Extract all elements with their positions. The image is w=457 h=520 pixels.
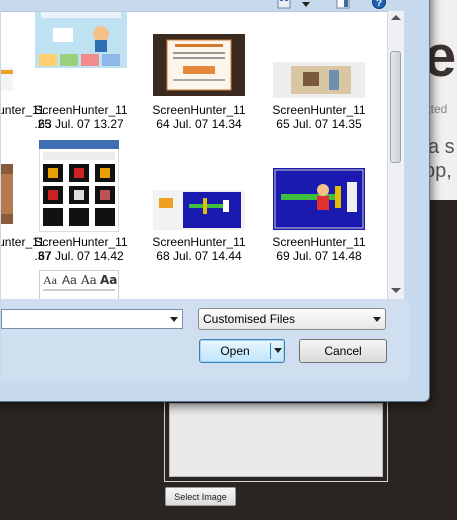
file-thumbnail[interactable]	[153, 190, 245, 230]
chevron-down-icon[interactable]	[170, 317, 178, 322]
view-menu-icon[interactable]	[277, 0, 291, 9]
file-name-label: ScreenHunter_11 63 Jul. 07 13.27	[34, 103, 128, 131]
preview-pane-icon[interactable]	[336, 0, 350, 9]
file-thumbnail[interactable]	[273, 62, 365, 98]
file-name-label: ScreenHunter_11 67 Jul. 07 14.42	[34, 235, 128, 263]
file-name-label: ScreenHunter_11 69 Jul. 07 14.48	[272, 235, 366, 263]
file-thumbnail[interactable]	[39, 140, 119, 232]
open-options-arrow-icon[interactable]	[274, 348, 282, 353]
scrollbar-thumb[interactable]	[390, 51, 401, 163]
file-open-dialog: ? ScreenHunter_11	[0, 0, 430, 402]
dialog-bottom-controls: Customised Files Open Cancel	[1, 299, 409, 381]
file-type-filter-select[interactable]: Customised Files	[198, 308, 386, 330]
file-list-scrollbar[interactable]	[387, 11, 404, 299]
file-thumbnail[interactable]	[1, 164, 13, 224]
file-list-area[interactable]: ScreenHunter_11.25 ScreenHunter_1163 Jul…	[1, 11, 387, 300]
scroll-down-arrow-icon[interactable]	[391, 288, 401, 293]
file-name-label: ScreenHunter_11 64 Jul. 07 14.34	[152, 103, 246, 131]
font-sample-text: Aa	[81, 273, 97, 287]
help-icon[interactable]: ?	[372, 0, 386, 9]
file-name-value	[2, 312, 5, 326]
image-preview-box	[164, 398, 388, 482]
font-sample-text: Aa	[43, 273, 57, 287]
file-name-label: ScreenHunter_11 65 Jul. 07 14.35	[272, 103, 366, 131]
open-button-label: Open	[220, 344, 250, 358]
file-thumbnail[interactable]	[273, 168, 365, 230]
page-text-line-1: a s	[428, 136, 455, 158]
file-name-label: ScreenHunter_11 68 Jul. 07 14.44	[152, 235, 246, 263]
split-button-divider	[270, 343, 271, 359]
file-thumbnail[interactable]	[35, 11, 127, 68]
dialog-toolbar: ?	[1, 0, 409, 11]
scroll-up-arrow-icon[interactable]	[391, 15, 401, 20]
font-sample-text: Aa	[100, 273, 118, 287]
open-button[interactable]: Open	[199, 339, 285, 363]
svg-text:?: ?	[376, 0, 382, 9]
file-type-filter-value: Customised Files	[203, 312, 296, 326]
cancel-button[interactable]: Cancel	[299, 339, 387, 363]
select-image-button[interactable]: Select Image	[165, 487, 236, 506]
chevron-down-icon	[373, 317, 381, 322]
image-placeholder	[169, 403, 383, 477]
file-thumbnail[interactable]	[1, 67, 13, 91]
file-name-input[interactable]	[1, 309, 183, 329]
file-thumbnail[interactable]	[153, 34, 245, 96]
file-thumbnail[interactable]: Aa Aa Aa Aa	[39, 270, 119, 300]
font-sample-text: Aa	[62, 273, 77, 287]
